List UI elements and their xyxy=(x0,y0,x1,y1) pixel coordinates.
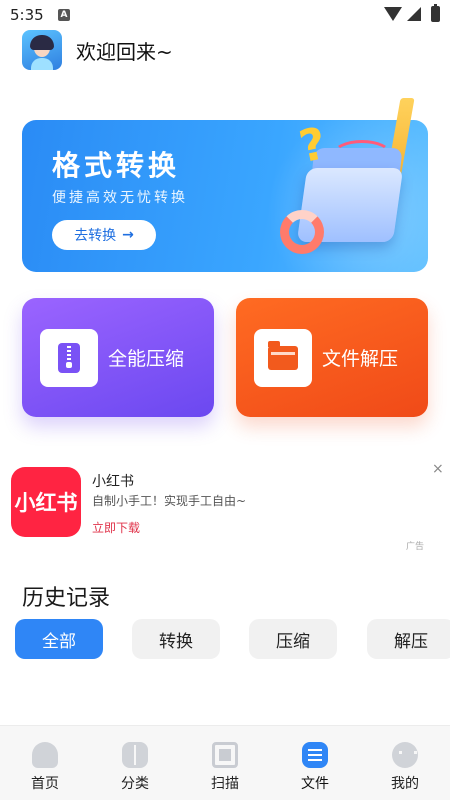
banner-title: 格式转换 xyxy=(52,149,181,182)
tab-profile-label: 我的 xyxy=(391,776,419,792)
go-convert-label: 去转换 xyxy=(74,228,117,244)
tab-scan-label: 扫描 xyxy=(211,776,239,792)
avatar[interactable] xyxy=(22,30,62,70)
extract-label: 文件解压 xyxy=(322,348,399,370)
ad-download-link[interactable]: 立即下载 xyxy=(92,519,140,536)
scan-icon xyxy=(212,742,238,768)
welcome-text: 欢迎回来~ xyxy=(76,39,173,64)
ad-description: 自制小手工！实现手工自由~ xyxy=(92,494,247,508)
extract-card[interactable]: 文件解压 xyxy=(236,298,428,417)
tab-file-label: 文件 xyxy=(301,776,329,792)
folder-illustration: ? xyxy=(272,90,442,270)
bottom-tab-bar: 首页 分类 扫描 文件 我的 xyxy=(0,725,450,800)
tab-home-label: 首页 xyxy=(31,776,59,792)
ad-tag: 广告 xyxy=(406,542,425,552)
compress-label: 全能压缩 xyxy=(108,348,185,370)
zip-file-icon xyxy=(58,342,80,373)
extract-icon-box xyxy=(254,328,312,387)
avatar-body xyxy=(31,58,53,70)
illustration-ring xyxy=(280,210,324,254)
history-title: 历史记录 xyxy=(22,586,111,611)
header: 欢迎回来~ xyxy=(22,30,173,70)
filter-convert[interactable]: 转换 xyxy=(132,619,220,659)
signal-icon xyxy=(407,7,421,21)
folder-icon xyxy=(268,340,298,370)
tab-home[interactable]: 首页 xyxy=(0,726,90,800)
go-convert-button[interactable]: 去转换 → xyxy=(52,220,156,250)
category-icon xyxy=(122,742,148,768)
banner-subtitle: 便捷高效无忧转换 xyxy=(52,190,188,206)
illustration-curl xyxy=(332,140,392,170)
tab-file[interactable]: 文件 xyxy=(270,726,360,800)
avatar-hair xyxy=(30,35,54,50)
filter-all[interactable]: 全部 xyxy=(15,619,103,659)
tab-category[interactable]: 分类 xyxy=(90,726,180,800)
question-mark-icon: ? xyxy=(294,117,331,174)
filter-extract[interactable]: 解压 xyxy=(367,619,450,659)
status-bar: 5:35 A xyxy=(0,0,450,30)
filter-compress[interactable]: 压缩 xyxy=(249,619,337,659)
wifi-icon xyxy=(384,7,402,21)
close-icon[interactable]: × xyxy=(432,461,444,477)
arrow-right-icon: → xyxy=(122,227,134,243)
home-icon xyxy=(32,742,58,768)
tab-category-label: 分类 xyxy=(121,776,149,792)
status-time: 5:35 xyxy=(10,6,44,24)
compress-card[interactable]: 全能压缩 xyxy=(22,298,214,417)
notification-a-icon: A xyxy=(58,9,70,21)
ad-title: 小红书 xyxy=(92,474,134,490)
tab-profile[interactable]: 我的 xyxy=(360,726,450,800)
ad-banner[interactable]: 小红书 小红书 自制小手工！实现手工自由~ 立即下载 × 广告 xyxy=(0,455,450,555)
tab-scan[interactable]: 扫描 xyxy=(180,726,270,800)
battery-icon xyxy=(431,4,440,22)
format-convert-banner[interactable]: 格式转换 便捷高效无忧转换 去转换 → ? xyxy=(22,98,428,272)
xiaohongshu-logo: 小红书 xyxy=(11,467,81,537)
file-icon xyxy=(302,742,328,768)
profile-icon xyxy=(392,742,418,768)
compress-icon-box xyxy=(40,328,98,387)
